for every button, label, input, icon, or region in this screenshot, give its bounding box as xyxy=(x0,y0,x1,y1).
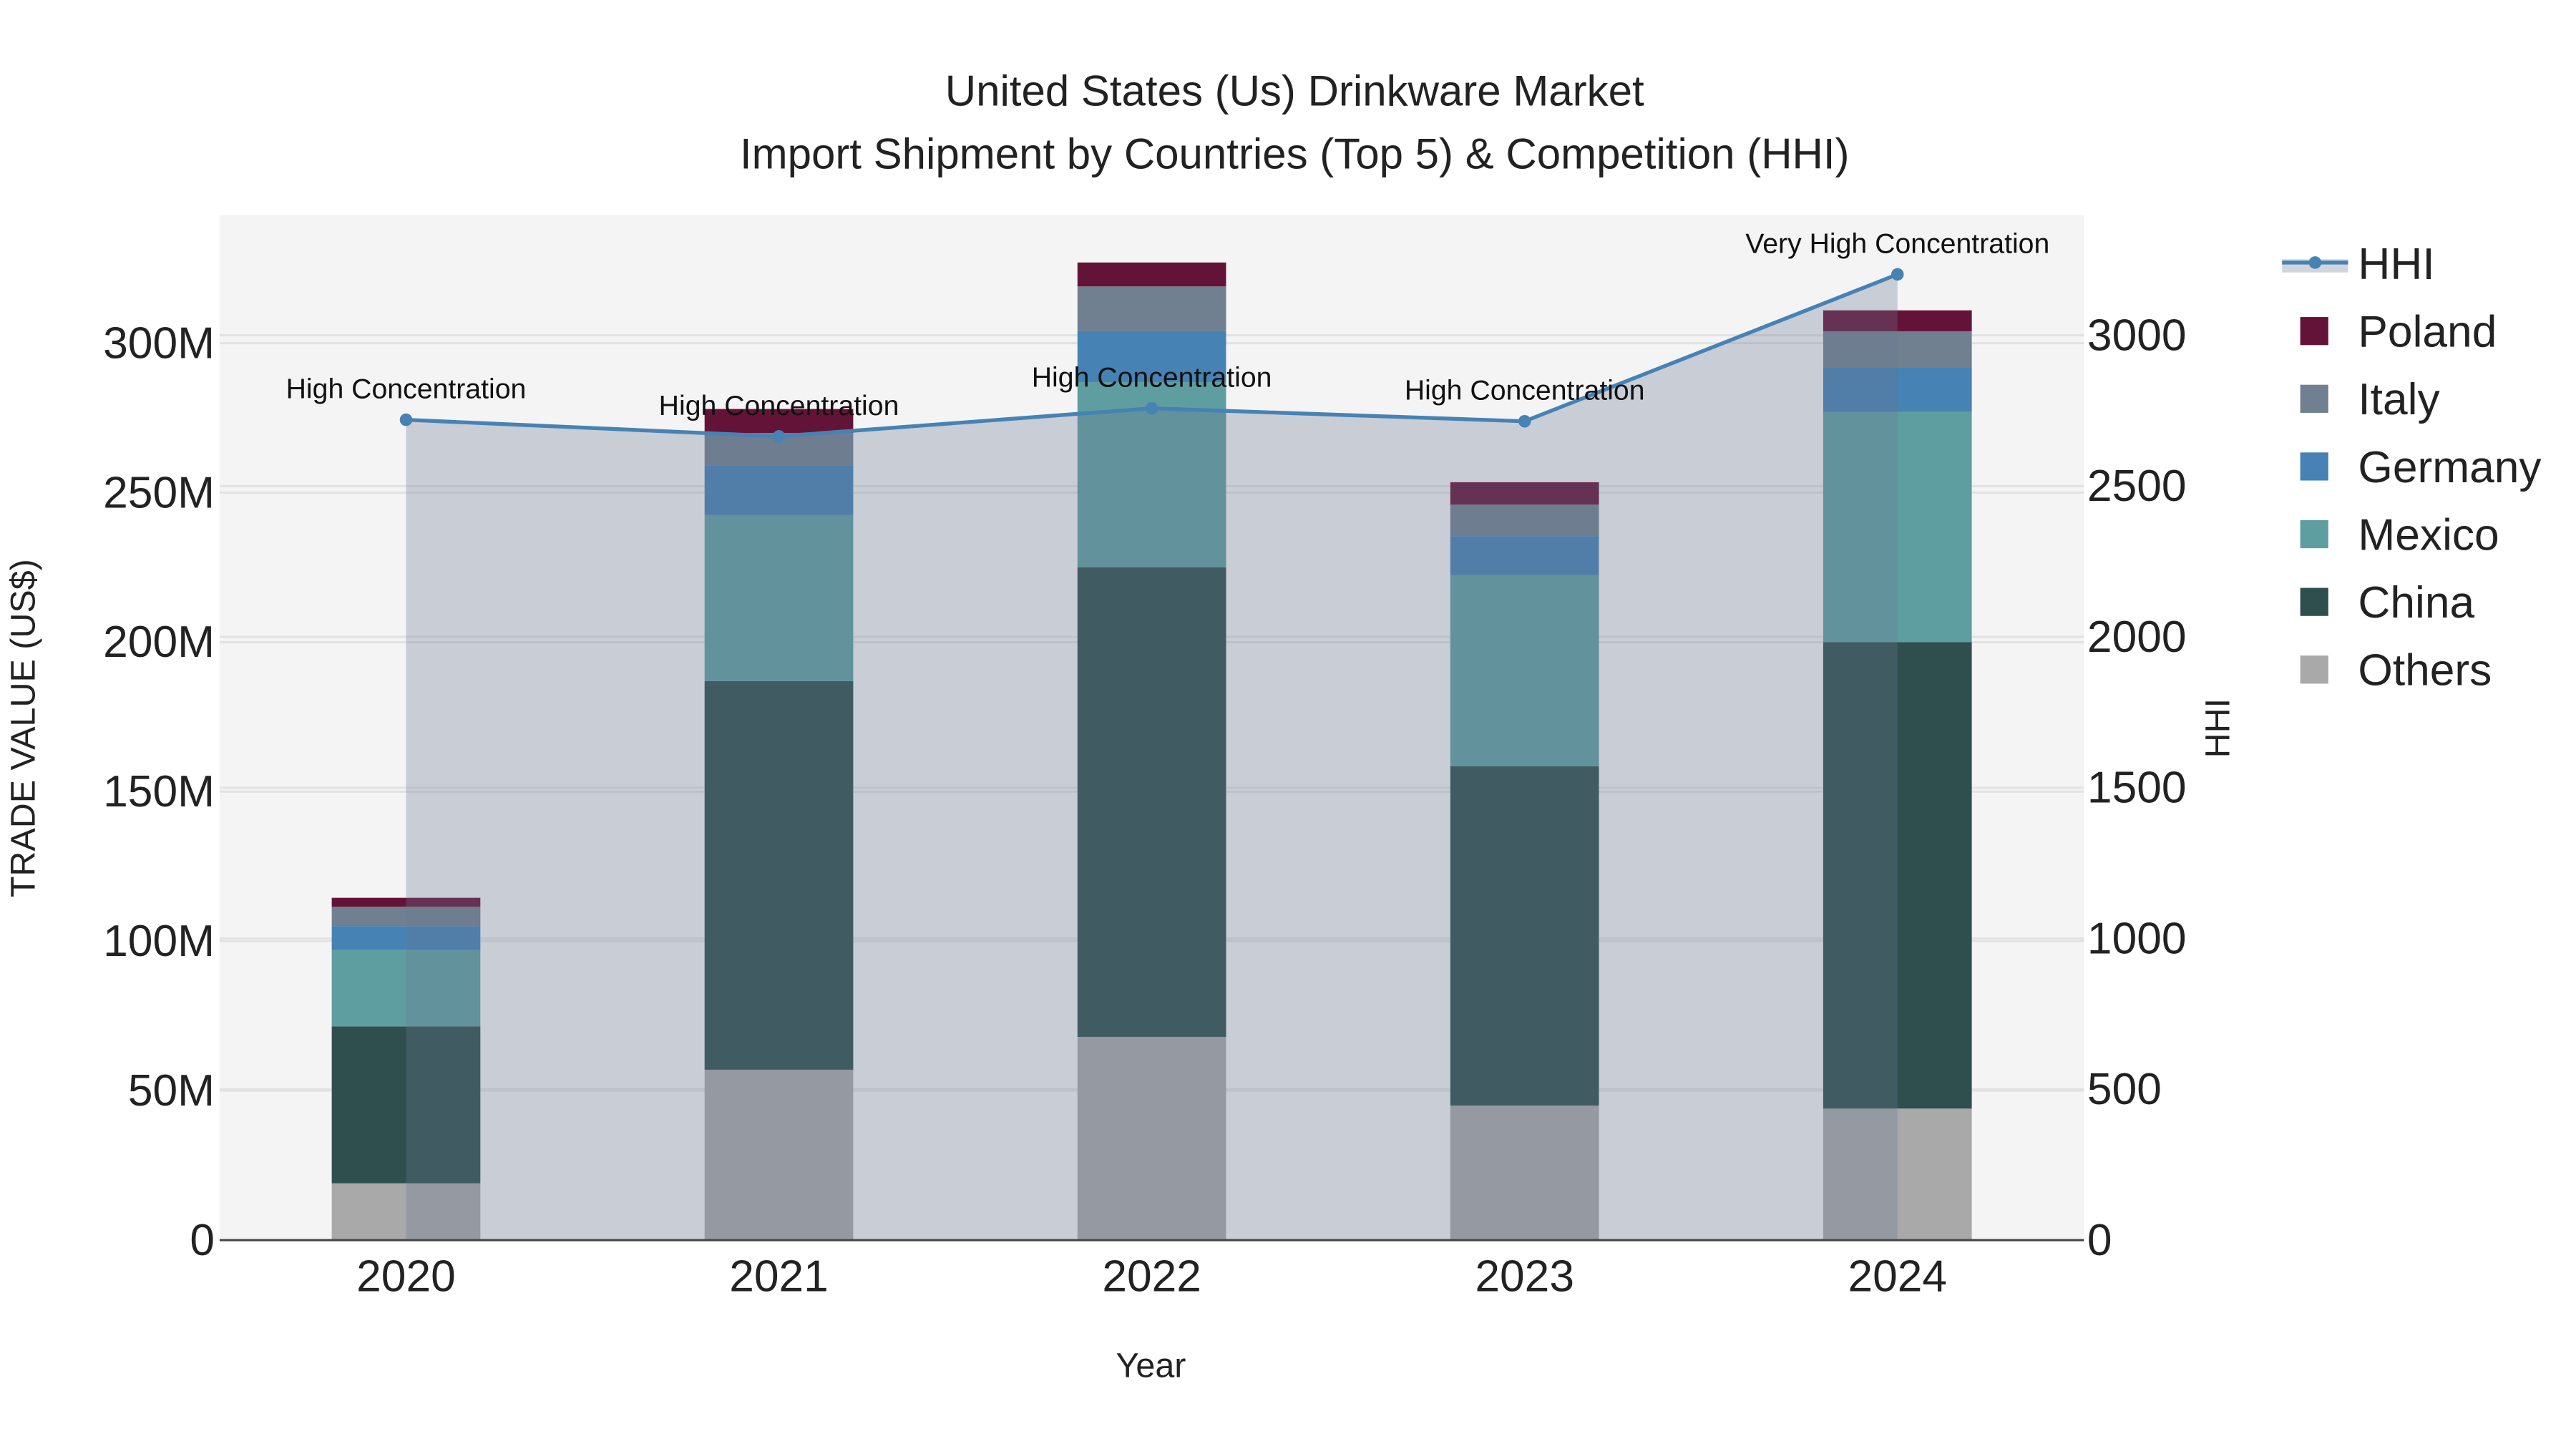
legend-swatch xyxy=(2300,655,2328,684)
hhi-annotation-2022: High Concentration xyxy=(1032,362,1272,394)
y2-tick-label: 500 xyxy=(2087,1065,2162,1114)
hhi-point-2023 xyxy=(1518,414,1531,428)
hhi-annotation-2021: High Concentration xyxy=(659,390,899,421)
legend-swatch xyxy=(2300,519,2328,549)
legend-label: Others xyxy=(2358,646,2492,696)
y-tick-label: 200M xyxy=(103,618,215,667)
legend-label: Italy xyxy=(2358,375,2440,424)
chart-title: United States (Us) Drinkware Market xyxy=(945,67,1644,115)
legend-swatch xyxy=(2300,587,2328,616)
bar-poland-2022 xyxy=(1077,262,1226,287)
chart-subtitle: Import Shipment by Countries (Top 5) & C… xyxy=(740,130,1850,177)
y-tick-label: 0 xyxy=(190,1216,215,1265)
x-tick-label: 2024 xyxy=(1848,1252,1947,1302)
legend-label: Germany xyxy=(2358,443,2542,492)
hhi-annotation-2024: Very High Concentration xyxy=(1745,228,2049,259)
legend-label: Poland xyxy=(2358,308,2497,357)
x-tick-label: 2020 xyxy=(356,1252,456,1302)
x-tick-label: 2022 xyxy=(1102,1252,1201,1302)
bar-italy-2022 xyxy=(1077,286,1226,331)
hhi-point-2022 xyxy=(1145,401,1158,415)
hhi-point-2020 xyxy=(399,413,413,426)
x-tick-label: 2023 xyxy=(1475,1252,1574,1302)
legend-swatch xyxy=(2300,384,2328,413)
y-axis-title: TRADE VALUE (US$) xyxy=(4,559,42,897)
legend-label: Mexico xyxy=(2358,510,2499,560)
hhi-annotation-2020: High Concentration xyxy=(286,374,527,405)
legend-label: China xyxy=(2358,578,2474,628)
y-tick-label: 100M xyxy=(103,917,215,966)
y2-tick-label: 2000 xyxy=(2087,613,2187,662)
x-axis-title: Year xyxy=(1116,1347,1186,1385)
y2-tick-label: 1500 xyxy=(2087,763,2187,813)
y2-tick-label: 1000 xyxy=(2087,914,2187,963)
y2-tick-label: 2500 xyxy=(2087,462,2187,511)
y-tick-label: 50M xyxy=(128,1066,215,1116)
hhi-annotation-2023: High Concentration xyxy=(1405,375,1645,406)
legend-swatch xyxy=(2300,317,2328,346)
y-tick-label: 300M xyxy=(103,318,215,368)
chart: High Concentration High Concentration High… xyxy=(0,0,2576,1449)
x-tick-label: 2021 xyxy=(729,1252,829,1302)
legend-swatch xyxy=(2300,452,2328,481)
y2-tick-label: 3000 xyxy=(2087,311,2187,360)
hhi-point-2024 xyxy=(1890,268,1904,281)
y-tick-label: 150M xyxy=(103,767,215,816)
y-tick-label: 250M xyxy=(103,468,215,517)
legend-label: HHI xyxy=(2358,240,2434,289)
hhi-point-2021 xyxy=(772,430,786,443)
legend-swatch-hhi-marker xyxy=(2308,256,2322,269)
y2-axis-title: HHI xyxy=(2198,698,2237,758)
y2-tick-label: 0 xyxy=(2087,1216,2112,1265)
